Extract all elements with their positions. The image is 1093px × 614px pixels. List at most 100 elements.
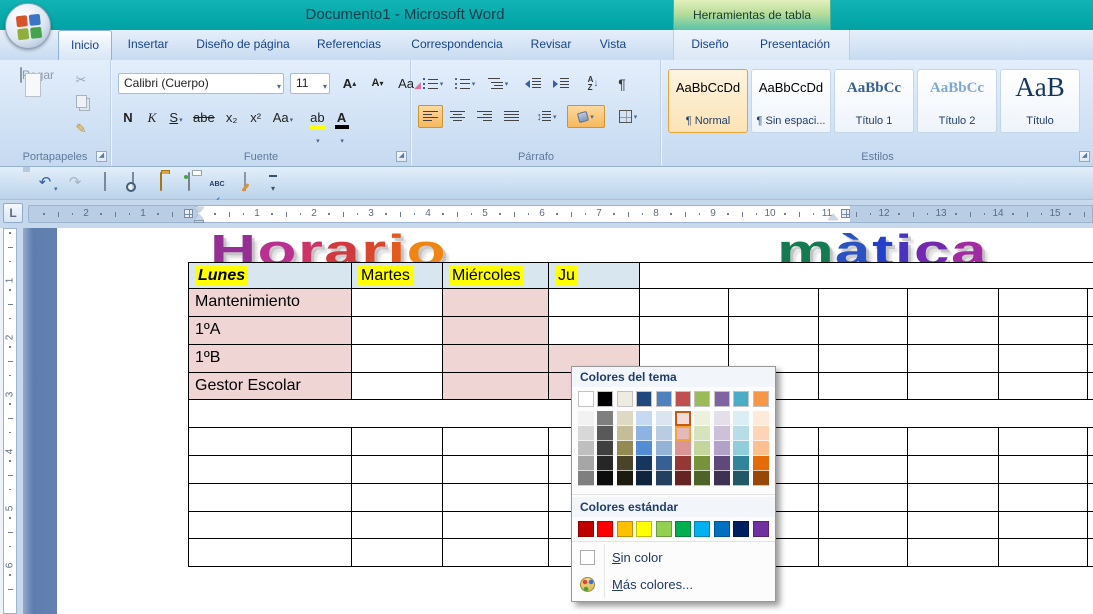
sort-button[interactable]: AZ ↓ xyxy=(580,72,606,95)
numbering-caret-icon[interactable]: ▾ xyxy=(472,80,476,88)
grid-cell[interactable] xyxy=(189,539,352,567)
font-dialog-launcher[interactable]: ◢ xyxy=(396,151,407,162)
theme-variant-swatch[interactable] xyxy=(753,426,769,441)
clipboard-dialog-launcher[interactable]: ◢ xyxy=(96,151,107,162)
theme-color-swatch[interactable] xyxy=(597,391,613,407)
cut-button[interactable]: ✂ xyxy=(66,69,96,91)
table-cell[interactable] xyxy=(999,289,1088,317)
grid-cell[interactable] xyxy=(443,428,549,456)
grid-cell[interactable] xyxy=(819,456,908,484)
tab-presentación[interactable]: Presentación xyxy=(744,30,846,60)
table-cell[interactable] xyxy=(443,317,549,345)
font-size-combo[interactable]: 11 ▾ xyxy=(290,73,330,94)
theme-variant-swatch[interactable] xyxy=(617,471,633,486)
tab-insertar[interactable]: Insertar xyxy=(112,30,184,60)
theme-variant-swatch[interactable] xyxy=(636,426,652,441)
theme-variant-swatch[interactable] xyxy=(656,411,672,426)
format-painter-button[interactable]: ✎ xyxy=(66,118,96,140)
theme-variant-swatch[interactable] xyxy=(753,471,769,486)
table-cell[interactable] xyxy=(729,317,819,345)
standard-color-swatch[interactable] xyxy=(617,521,633,537)
table-cell[interactable] xyxy=(640,289,729,317)
bold-button[interactable]: N xyxy=(117,107,139,129)
theme-variant-swatch[interactable] xyxy=(617,411,633,426)
grid-cell[interactable] xyxy=(908,428,999,456)
theme-variant-swatch[interactable] xyxy=(675,441,691,456)
table-cell[interactable] xyxy=(729,289,819,317)
table-cell[interactable] xyxy=(640,317,729,345)
theme-variant-swatch[interactable] xyxy=(656,471,672,486)
italic-button[interactable]: K xyxy=(141,107,163,129)
table-cell[interactable] xyxy=(443,373,549,400)
standard-color-swatch[interactable] xyxy=(694,521,710,537)
table-cell[interactable] xyxy=(819,373,908,400)
undo-button[interactable]: ↶▾ xyxy=(34,173,56,193)
theme-variant-swatch[interactable] xyxy=(656,426,672,441)
font-color-button[interactable]: A▾ xyxy=(331,107,353,129)
highlight-caret-icon[interactable]: ▾ xyxy=(316,138,320,145)
table-cell[interactable] xyxy=(549,289,640,317)
header-cell-martes[interactable]: Martes xyxy=(352,262,443,289)
theme-variant-swatch[interactable] xyxy=(636,471,652,486)
row-label-cell[interactable]: Mantenimiento xyxy=(189,289,352,317)
theme-color-swatch[interactable] xyxy=(714,391,730,407)
shading-button[interactable]: ▾ xyxy=(567,105,605,128)
grid-cell[interactable] xyxy=(1088,512,1093,539)
subscript-button[interactable]: x₂ xyxy=(221,107,243,129)
increase-indent-button[interactable] xyxy=(548,72,574,95)
theme-variant-swatch[interactable] xyxy=(675,426,691,441)
numbering-button[interactable]: ▾ xyxy=(450,72,480,95)
theme-variant-swatch[interactable] xyxy=(733,441,749,456)
save-button[interactable] xyxy=(8,173,30,193)
grid-cell[interactable] xyxy=(352,456,443,484)
spelling-button[interactable]: ABC✓ xyxy=(206,173,228,193)
theme-variant-swatch[interactable] xyxy=(597,426,613,441)
shading-caret-icon[interactable]: ▾ xyxy=(590,113,594,121)
no-color-item[interactable]: Sin color xyxy=(572,544,775,571)
theme-variant-swatch[interactable] xyxy=(753,411,769,426)
table-cell[interactable] xyxy=(352,289,443,317)
table-cell[interactable] xyxy=(352,317,443,345)
style-chip-2[interactable]: AaBbCcDd¶ Sin espaci... xyxy=(751,69,831,133)
grid-cell[interactable] xyxy=(908,456,999,484)
table-cell[interactable] xyxy=(999,317,1088,345)
table-cell[interactable] xyxy=(1088,373,1093,400)
standard-color-swatch[interactable] xyxy=(714,521,730,537)
font-color-caret-icon[interactable]: ▾ xyxy=(340,138,344,145)
right-indent-marker[interactable] xyxy=(828,214,838,220)
bullets-caret-icon[interactable]: ▾ xyxy=(440,80,444,88)
left-indent-marker[interactable] xyxy=(194,220,204,223)
grid-cell[interactable] xyxy=(443,512,549,539)
tab-referencias[interactable]: Referencias xyxy=(302,30,396,60)
justify-button[interactable] xyxy=(499,105,524,128)
table-cell[interactable] xyxy=(908,345,999,373)
table-cell[interactable] xyxy=(443,345,549,373)
grid-cell[interactable] xyxy=(352,484,443,512)
theme-variant-swatch[interactable] xyxy=(636,441,652,456)
theme-variant-swatch[interactable] xyxy=(694,426,710,441)
theme-color-swatch[interactable] xyxy=(636,391,652,407)
theme-variant-swatch[interactable] xyxy=(597,411,613,426)
open-button[interactable] xyxy=(150,173,172,193)
table-cell[interactable] xyxy=(999,345,1088,373)
draw-table-button[interactable] xyxy=(234,173,256,193)
standard-color-swatch[interactable] xyxy=(578,521,594,537)
underline-button[interactable]: S▾ xyxy=(165,107,187,129)
theme-color-swatch[interactable] xyxy=(578,391,594,407)
theme-variant-swatch[interactable] xyxy=(714,411,730,426)
multilevel-list-button[interactable]: ▾ xyxy=(482,72,514,95)
styles-dialog-launcher[interactable]: ◢ xyxy=(1079,151,1090,162)
theme-variant-swatch[interactable] xyxy=(617,426,633,441)
theme-variant-swatch[interactable] xyxy=(597,441,613,456)
grid-cell[interactable] xyxy=(819,512,908,539)
table-cell[interactable] xyxy=(819,289,908,317)
grid-cell[interactable] xyxy=(443,456,549,484)
grid-cell[interactable] xyxy=(1088,484,1093,512)
line-spacing-caret-icon[interactable]: ▾ xyxy=(553,113,557,121)
tab-revisar[interactable]: Revisar xyxy=(518,30,584,60)
grid-cell[interactable] xyxy=(819,428,908,456)
theme-variant-swatch[interactable] xyxy=(636,411,652,426)
line-spacing-button[interactable]: ↕▾ xyxy=(530,105,563,128)
theme-variant-swatch[interactable] xyxy=(617,441,633,456)
multilevel-caret-icon[interactable]: ▾ xyxy=(505,80,509,88)
